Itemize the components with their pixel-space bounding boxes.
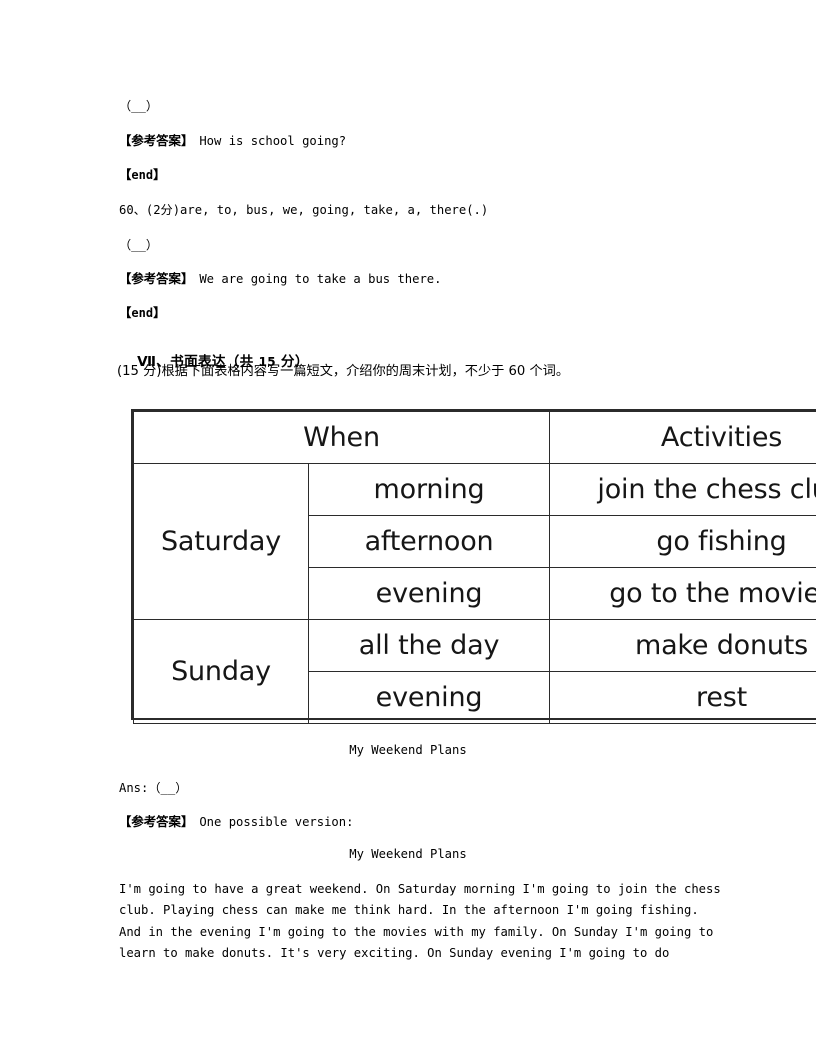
table-cell-time: evening — [307, 567, 551, 620]
table-header-activities: Activities — [549, 411, 816, 464]
end-tag-bracket-close: 】 — [153, 305, 166, 320]
essay-line: And in the evening I'm going to the movi… — [119, 924, 714, 939]
table-cell-time: evening — [307, 671, 551, 724]
end-tag-bracket-open: 【 — [119, 167, 132, 182]
q60-stem: 60、(2分)are, to, bus, we, going, take, a,… — [119, 203, 489, 217]
q60-answer-text: We are going to take a bus there. — [199, 272, 442, 286]
document-page: （__） 【参考答案】 How is school going? 【end】 60… — [0, 0, 816, 1056]
essay-line: club. Playing chess can make me think ha… — [119, 903, 699, 918]
table-row: Sunday all the day make donuts — [133, 619, 816, 724]
q59-end-marker: 【end】 — [119, 165, 165, 184]
end-tag-label: end — [131, 306, 154, 320]
table-cell-time: morning — [307, 463, 551, 516]
q60-answer-blank: （__） — [119, 238, 159, 252]
q59-reference-answer: 【参考答案】 How is school going? — [119, 131, 346, 150]
table-cell-activity: go to the movies — [549, 567, 816, 620]
weekend-plan-table: When Activities Saturday morning join th… — [132, 411, 816, 724]
end-tag-label: end — [131, 168, 154, 182]
essay-body: I'm going to have a great weekend. On Sa… — [119, 879, 721, 964]
end-tag-bracket-close: 】 — [153, 167, 166, 182]
essay-line: I'm going to have a great weekend. On Sa… — [119, 882, 721, 896]
table-cell-activity: join the chess club — [549, 463, 816, 516]
reference-answer-tag: 【参考答案】 — [119, 814, 194, 829]
section-instructions: (15 分)根据下面表格内容写一篇短文，介绍你的周末计划，不少于 60 个词。 — [117, 364, 570, 379]
essay-title: My Weekend Plans — [349, 847, 467, 861]
figure-caption-title: My Weekend Plans — [349, 743, 467, 757]
table-cell-day-saturday: Saturday — [133, 463, 309, 620]
table-header-when: When — [132, 411, 551, 464]
q60-end-marker: 【end】 — [119, 303, 165, 322]
q60-reference-answer: 【参考答案】 We are going to take a bus there. — [119, 269, 441, 288]
essay-line: learn to make donuts. It's very exciting… — [119, 945, 670, 960]
table-cell-day-sunday: Sunday — [133, 619, 309, 724]
table-header-row: When Activities — [132, 411, 816, 464]
q59-answer-text: How is school going? — [199, 134, 347, 148]
reference-answer-tag: 【参考答案】 — [119, 271, 194, 286]
writing-answer-blank: Ans:（__） — [119, 781, 188, 795]
table-cell-activity: rest — [549, 671, 816, 724]
writing-answer-lead: One possible version: — [199, 815, 354, 829]
reference-answer-tag: 【参考答案】 — [119, 133, 194, 148]
table-row: Saturday morning join the chess club — [133, 463, 816, 620]
q59-answer-blank: （__） — [119, 99, 159, 113]
table-cell-time: all the day — [307, 619, 551, 672]
weekend-plan-table-figure: When Activities Saturday morning join th… — [131, 409, 816, 724]
end-tag-bracket-open: 【 — [119, 305, 132, 320]
writing-reference-answer: 【参考答案】 One possible version: — [119, 812, 353, 831]
table-cell-time: afternoon — [307, 515, 551, 568]
table-cell-activity: make donuts — [549, 619, 816, 672]
table-cell-activity: go fishing — [549, 515, 816, 568]
